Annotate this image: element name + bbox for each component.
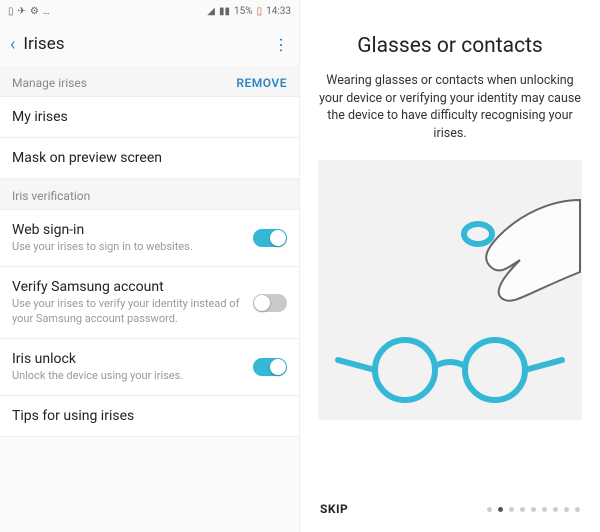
item-iris-unlock[interactable]: Iris unlock Unlock the device using your… xyxy=(0,339,299,396)
toggle-verify-samsung[interactable] xyxy=(253,294,287,312)
item-sub: Unlock the device using your irises. xyxy=(12,369,253,383)
page-dot[interactable] xyxy=(509,507,514,512)
page-dot[interactable] xyxy=(575,507,580,512)
battery-icon: ▯ xyxy=(8,6,14,17)
battery-icon: ▯ xyxy=(257,6,263,17)
section-manage-irises: Manage irises REMOVE xyxy=(0,66,299,97)
more-menu-icon[interactable]: ⋯ xyxy=(272,37,291,52)
item-label: Tips for using irises xyxy=(12,408,287,424)
section-label: Manage irises xyxy=(12,76,87,90)
info-screen: Glasses or contacts Wearing glasses or c… xyxy=(300,0,600,532)
illustration-glasses-contacts xyxy=(318,160,582,420)
wifi-icon: ◢ xyxy=(207,6,215,17)
more-status-icon: … xyxy=(43,6,50,17)
item-my-irises[interactable]: My irises xyxy=(0,97,299,138)
back-icon[interactable]: ‹ xyxy=(10,34,15,55)
section-iris-verification: Iris verification xyxy=(0,179,299,210)
signal-icon: ▮▮ xyxy=(219,6,230,17)
glasses-icon xyxy=(338,340,562,400)
item-label: Iris unlock xyxy=(12,351,253,367)
page-dot[interactable] xyxy=(498,507,503,512)
item-label: Web sign-in xyxy=(12,222,253,238)
item-label: Mask on preview screen xyxy=(12,150,287,166)
page-title: Irises xyxy=(23,34,274,54)
clock: 14:33 xyxy=(266,6,291,17)
remove-button[interactable]: REMOVE xyxy=(236,76,287,90)
item-label: Verify Samsung account xyxy=(12,279,253,295)
gear-icon: ⚙ xyxy=(30,6,39,17)
settings-screen: ▯ ✈ ⚙ … ◢ ▮▮ 15% ▯ 14:33 ‹ Irises ⋯ Mana… xyxy=(0,0,300,532)
page-dot[interactable] xyxy=(564,507,569,512)
item-sub: Use your irises to sign in to websites. xyxy=(12,240,253,254)
page-dot[interactable] xyxy=(531,507,536,512)
airplane-icon: ✈ xyxy=(18,6,26,17)
status-bar: ▯ ✈ ⚙ … ◢ ▮▮ 15% ▯ 14:33 xyxy=(0,0,299,22)
item-mask-preview[interactable]: Mask on preview screen xyxy=(0,138,299,179)
app-header: ‹ Irises ⋯ xyxy=(0,22,299,66)
item-tips[interactable]: Tips for using irises xyxy=(0,396,299,437)
skip-button[interactable]: SKIP xyxy=(320,502,348,516)
page-dot[interactable] xyxy=(553,507,558,512)
item-sub: Use your irises to verify your identity … xyxy=(12,297,253,326)
battery-pct: 15% xyxy=(234,6,253,17)
toggle-iris-unlock[interactable] xyxy=(253,358,287,376)
hand-contact-icon xyxy=(464,200,580,301)
item-web-signin[interactable]: Web sign-in Use your irises to sign in t… xyxy=(0,210,299,267)
toggle-web-signin[interactable] xyxy=(253,229,287,247)
info-footer: SKIP xyxy=(300,488,600,532)
page-dot[interactable] xyxy=(542,507,547,512)
item-label: My irises xyxy=(12,109,287,125)
item-verify-samsung[interactable]: Verify Samsung account Use your irises t… xyxy=(0,267,299,339)
info-description: Wearing glasses or contacts when unlocki… xyxy=(318,72,582,142)
page-indicator[interactable] xyxy=(487,507,580,512)
page-dot[interactable] xyxy=(487,507,492,512)
info-title: Glasses or contacts xyxy=(318,34,582,58)
page-dot[interactable] xyxy=(520,507,525,512)
